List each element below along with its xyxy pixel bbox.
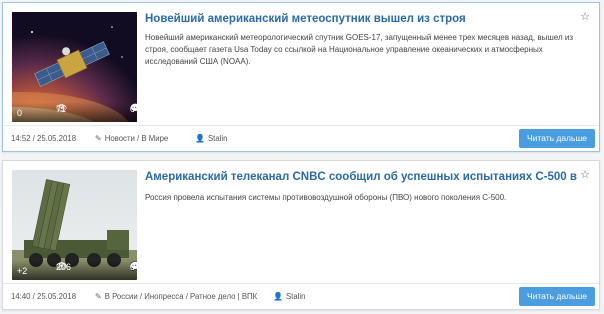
- article-footer: 14:40 / 25.05.2018 ✎ В России / Инопресса…: [3, 283, 599, 309]
- news-card: 0 👁 71 💬 0 Новейший американский метеоспут…: [2, 2, 600, 152]
- thumbnail-stats: +2 👁 206 💬 0: [12, 260, 137, 280]
- user-icon: 👤: [273, 292, 283, 301]
- categories-link[interactable]: В России / Инопресса / Ратное дело | ВПК: [105, 292, 257, 301]
- rating-count: 0: [17, 108, 23, 118]
- article-footer: 14:52 / 25.05.2018 ✎ Новости / В Мире 👤 St…: [3, 125, 599, 151]
- tag-icon: ✎: [95, 134, 102, 143]
- star-icon[interactable]: ☆: [579, 11, 591, 23]
- article-categories: ✎ Новости / В Мире: [95, 134, 168, 143]
- article-date: 14:52 / 25.05.2018: [11, 134, 77, 143]
- article-thumbnail[interactable]: +2 👁 206 💬 0: [12, 170, 137, 280]
- article-title-link[interactable]: Американский телеканал CNBC сообщил об у…: [145, 171, 577, 183]
- author-link[interactable]: Stalin: [286, 292, 306, 301]
- star-icon[interactable]: ☆: [579, 169, 591, 181]
- categories-link[interactable]: Новости / В Мире: [105, 134, 169, 143]
- article-author: 👤 Stalin: [273, 292, 305, 301]
- comments-value: 0: [130, 104, 136, 114]
- article-excerpt: Новейший американский метеорологический …: [145, 33, 573, 66]
- user-icon: 👤: [195, 134, 205, 143]
- article-excerpt: Россия провела испытания системы противо…: [145, 193, 507, 202]
- comments-value: 0: [130, 262, 136, 272]
- read-more-button[interactable]: Читать дальше: [518, 129, 595, 148]
- views-value: 71: [56, 104, 67, 114]
- article-categories: ✎ В России / Инопресса / Ратное дело | ВП…: [95, 292, 257, 301]
- article-thumbnail[interactable]: 0 👁 71 💬 0: [12, 12, 137, 122]
- rating-count: +2: [17, 266, 28, 276]
- article-title-link[interactable]: Новейший американский метеоспутник вышел…: [145, 13, 577, 25]
- read-more-button[interactable]: Читать дальше: [518, 287, 595, 306]
- tag-icon: ✎: [95, 292, 102, 301]
- author-link[interactable]: Stalin: [208, 134, 228, 143]
- article-date: 14:40 / 25.05.2018: [11, 292, 77, 301]
- thumbnail-stats: 0 👁 71 💬 0: [12, 102, 137, 122]
- news-card: +2 👁 206 💬 0 Американский телеканал CNBC с…: [2, 160, 600, 310]
- article-author: 👤 Stalin: [195, 134, 227, 143]
- views-value: 206: [56, 262, 72, 272]
